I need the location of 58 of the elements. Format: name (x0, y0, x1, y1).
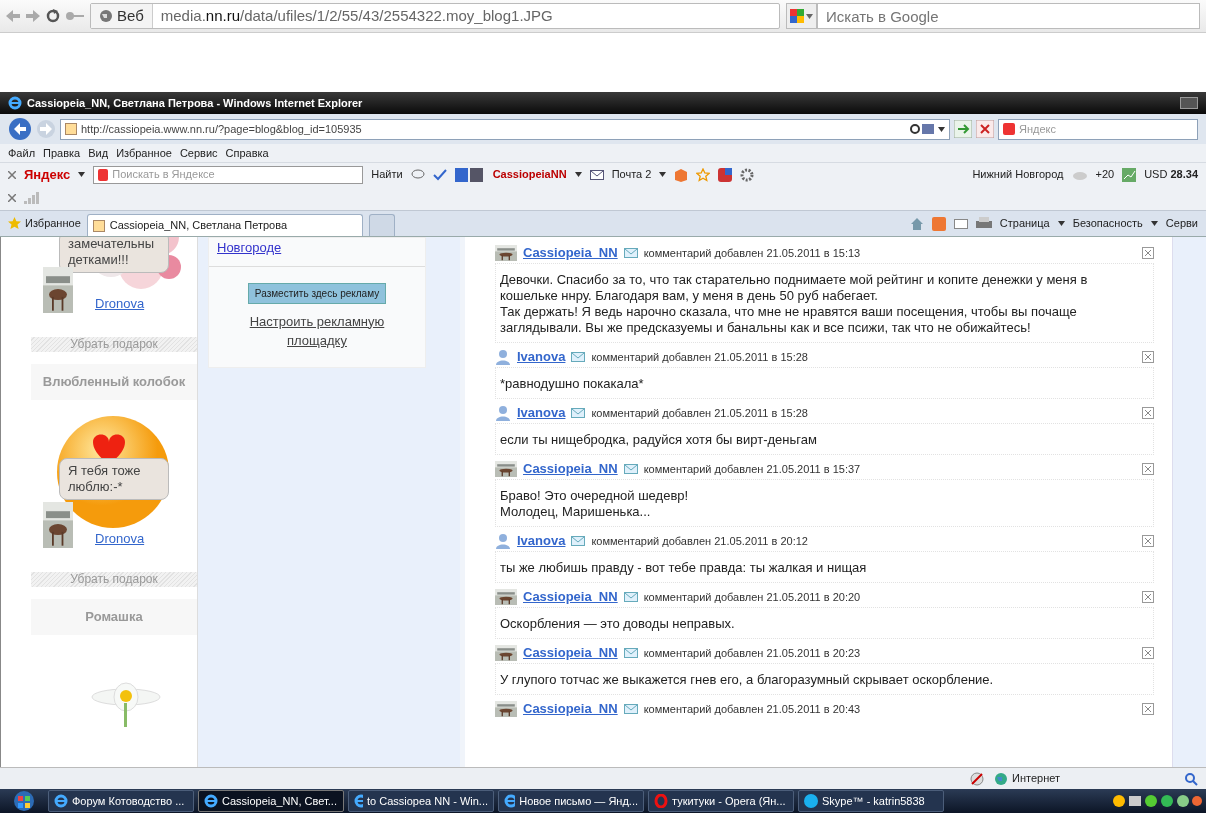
comment-meta: комментарий добавлен 21.05.2011 в 15:28 (591, 405, 808, 421)
taskbar-button[interactable]: Новое письмо — Янд... (498, 790, 644, 812)
comment-meta: комментарий добавлен 21.05.2011 в 15:28 (591, 349, 808, 365)
command-menu[interactable]: Серви (1165, 215, 1198, 232)
taskbar-button[interactable]: to Cassiopea NN - Win... (348, 790, 494, 812)
currency-rate-text: USD 28.34 (1144, 167, 1198, 183)
menu-item[interactable]: Вид (88, 144, 109, 162)
comment-text: ты же любишь правду - вот тебе правда: ты жалкая и нищая (495, 551, 1154, 583)
favorites-button[interactable]: Избранное (8, 215, 81, 232)
search-type-button[interactable]: Веб (91, 4, 153, 28)
taskbar-button[interactable]: Форум Котоводство ... (48, 790, 194, 812)
comment-meta: комментарий добавлен 21.05.2011 в 20:20 (643, 589, 861, 605)
author-link[interactable]: Ivanova (517, 403, 566, 423)
address-field[interactable]: http://cassiopeia.www.nn.ru/?page=blog&blog_id=105935 (60, 118, 950, 140)
comment-meta: комментарий добавлен 21.05.2011 в 15:37 (643, 461, 861, 477)
gift-title: Ромашка (31, 599, 197, 635)
comment-meta: комментарий добавлен 21.05.2011 в 20:23 (643, 645, 861, 661)
comment-meta: комментарий добавлен 21.05.2011 в 20:43 (643, 701, 861, 717)
ad-settings-link[interactable]: Настроить рекламную площадку (233, 311, 401, 351)
comment-text: *равнодушно покакала* (495, 367, 1154, 399)
city-text: Нижний Новгород (972, 167, 1064, 183)
comment-text: Браво! Это очередной шедевр! Молодец, Маришенька... (495, 479, 1154, 527)
command-menu[interactable]: Страница (999, 215, 1050, 232)
comment-meta: комментарий добавлен 21.05.2011 в 15:13 (643, 245, 861, 261)
command-menu[interactable]: Безопасность (1072, 215, 1143, 232)
taskbar-button[interactable]: Cassiopeia_NN, Свет... (198, 790, 344, 812)
comment-meta: комментарий добавлен 21.05.2011 в 20:12 (591, 533, 808, 549)
author-link[interactable]: Cassiopeia_NN (523, 587, 618, 607)
author-link[interactable]: Ivanova (517, 347, 566, 367)
url-text[interactable]: media.nn.ru/data/ufiles/1/2/55/43/2554322.moy_blog1.JPG (152, 4, 553, 28)
comment-text: Девочки. Спасибо за то, что так старательно поднимаете мой рейтинг и копите денежки у меня в кошельке ннру. Благодаря вам, у меня в день 50 руб набегает. Так держать! Я ведь нарочно сказала, что мне не нравятся ваши посещения, чтобы вы почаще заглядывали. Вы же предсказуемы и банальны как и все псижи, так что не обижайтесь! (495, 263, 1154, 343)
user-menu[interactable]: CassiopeiaNN (492, 166, 567, 183)
menu-item[interactable]: Справка (225, 144, 269, 162)
menu-item[interactable]: Правка (43, 144, 81, 162)
menu-item[interactable]: Файл (8, 144, 36, 162)
find-button[interactable]: Найти (371, 166, 403, 183)
browser-tab[interactable]: Cassiopeia_NN, Светлана Петрова (86, 214, 363, 236)
mail-menu[interactable]: Почта 2 (611, 166, 652, 183)
place-ad-button[interactable]: Разместить здесь рекламу (247, 282, 387, 304)
yandex-logo[interactable]: Яндекс (24, 164, 71, 185)
temperature-text: +20 (1095, 167, 1115, 183)
comment-text: У глупого тотчас же выкажется гнев его, а благоразумный скрывает оскорбление. (495, 663, 1154, 695)
author-link[interactable]: Cassiopeia_NN (523, 243, 618, 263)
window-title: Cassiopeia_NN, Светлана Петрова - Windows Internet Explorer (27, 95, 363, 111)
taskbar-button[interactable]: тукитуки - Opera (Ян... (648, 790, 794, 812)
author-link[interactable]: Cassiopeia_NN (523, 699, 618, 719)
menu-item[interactable]: Избранное (116, 144, 172, 162)
google-search-field[interactable]: Искать в Google (817, 3, 1200, 29)
taskbar-button[interactable]: Skype™ - katrin5838 (798, 790, 944, 812)
gift-title: Влюбленный колобок (31, 364, 197, 400)
author-link[interactable]: Cassiopeia_NN (523, 643, 618, 663)
region-link[interactable]: Новгороде (217, 240, 282, 255)
security-zone-label: Интернет (1012, 771, 1060, 787)
author-link[interactable]: Cassiopeia_NN (523, 459, 618, 479)
comment-text: Оскорбления — это доводы неправых. (495, 607, 1154, 639)
menu-item[interactable]: Сервис (179, 144, 218, 162)
comment-text: если ты нищебродка, радуйся хотя бы вирт-деньгам (495, 423, 1154, 455)
author-link[interactable]: Ivanova (517, 531, 566, 551)
